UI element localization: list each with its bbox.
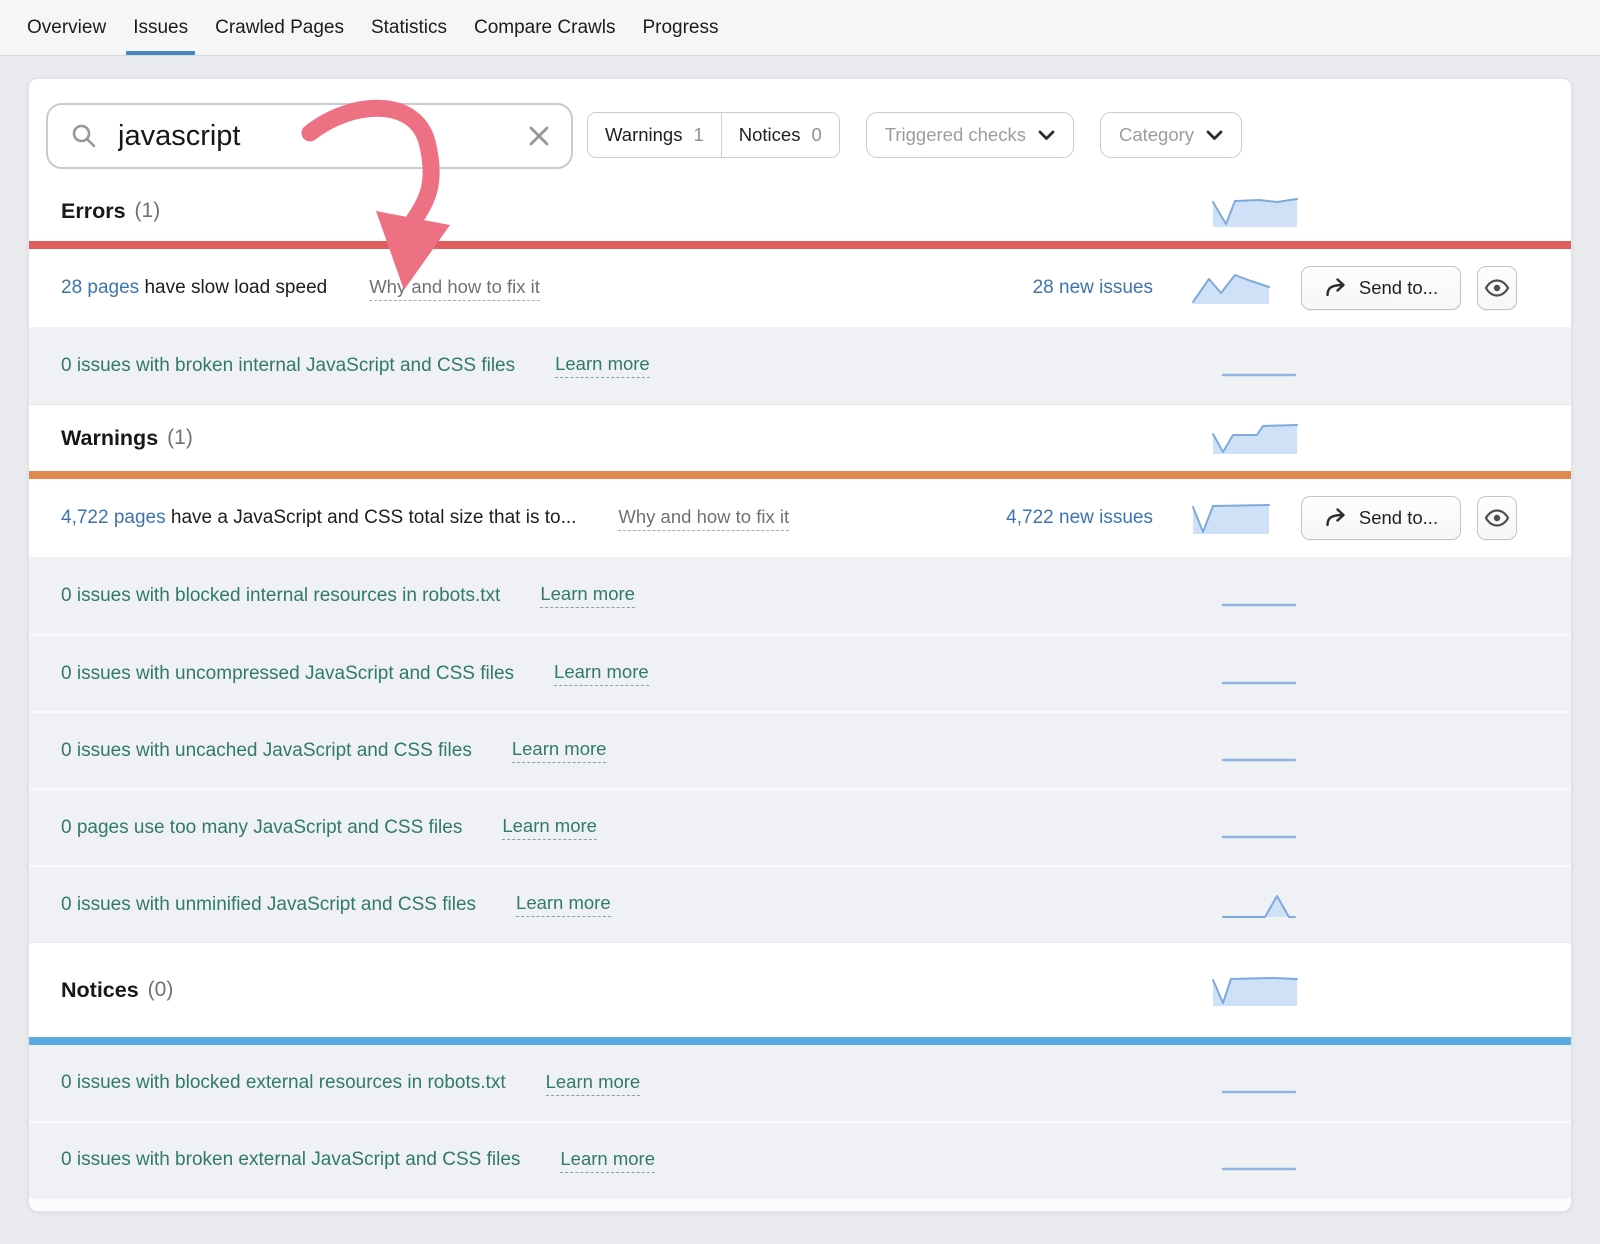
category-label: Category: [1119, 124, 1194, 146]
category-dropdown[interactable]: Category: [1100, 112, 1242, 158]
zero-issue-row-blocked-internal: 0 issues with blocked internal resources…: [29, 557, 1571, 634]
zero-issue-text: 0 issues with blocked external resources…: [61, 1072, 506, 1094]
warnings-count: (1): [167, 426, 193, 450]
forward-arrow-icon: [1324, 508, 1348, 528]
issues-panel: Warnings 1 Notices 0 Triggered checks Ca…: [28, 78, 1572, 1212]
send-to-button[interactable]: Send to...: [1301, 266, 1461, 310]
notices-severity-bar: [29, 1037, 1571, 1045]
learn-more-link[interactable]: Learn more: [560, 1148, 655, 1173]
zero-issue-row-unminified: 0 issues with unminified JavaScript and …: [29, 865, 1571, 942]
view-issue-button[interactable]: [1477, 266, 1517, 310]
issue-search-box[interactable]: [46, 103, 573, 169]
triggered-checks-dropdown[interactable]: Triggered checks: [866, 112, 1074, 158]
flat-trend-sparkline: [1219, 1144, 1299, 1176]
close-icon: [527, 124, 551, 148]
zero-issue-text: 0 issues with broken external JavaScript…: [61, 1149, 520, 1171]
flat-trend-sparkline: [1219, 812, 1299, 844]
warnings-filter-button[interactable]: Warnings 1: [588, 113, 721, 157]
learn-more-link[interactable]: Learn more: [554, 661, 649, 686]
send-to-label: Send to...: [1359, 507, 1438, 529]
audit-tab-bar: Overview Issues Crawled Pages Statistics…: [0, 0, 1600, 56]
warnings-filter-label: Warnings: [605, 124, 682, 146]
learn-more-link[interactable]: Learn more: [512, 738, 607, 763]
chevron-down-icon: [1206, 130, 1223, 141]
tab-overview[interactable]: Overview: [27, 0, 106, 55]
zero-issue-text: 0 issues with uncompressed JavaScript an…: [61, 663, 514, 685]
flat-trend-sparkline: [1219, 580, 1299, 612]
search-input[interactable]: [118, 120, 527, 153]
send-to-label: Send to...: [1359, 277, 1438, 299]
learn-more-link[interactable]: Learn more: [502, 815, 597, 840]
learn-more-link[interactable]: Learn more: [555, 353, 650, 378]
flat-trend-sparkline: [1219, 735, 1299, 767]
learn-more-link[interactable]: Learn more: [516, 892, 611, 917]
flat-trend-sparkline: [1219, 350, 1299, 382]
pages-count-link[interactable]: 28 pages: [61, 277, 139, 298]
zero-issue-row-uncompressed: 0 issues with uncompressed JavaScript an…: [29, 634, 1571, 711]
errors-count: (1): [135, 199, 161, 223]
warnings-severity-bar: [29, 471, 1571, 479]
zero-issue-row-broken-internal: 0 issues with broken internal JavaScript…: [29, 327, 1571, 404]
issue-trend-sparkline: [1191, 500, 1271, 536]
view-issue-button[interactable]: [1477, 496, 1517, 540]
flat-trend-sparkline: [1219, 1067, 1299, 1099]
zero-issue-row-too-many-files: 0 pages use too many JavaScript and CSS …: [29, 788, 1571, 865]
tab-issues[interactable]: Issues: [133, 0, 188, 55]
peak-trend-sparkline: [1219, 889, 1299, 921]
flat-trend-sparkline: [1219, 658, 1299, 690]
issue-row-js-css-total-size: 4,722 pages have a JavaScript and CSS to…: [29, 479, 1571, 557]
eye-icon: [1484, 278, 1510, 298]
notices-filter-count: 0: [811, 124, 821, 146]
search-icon: [70, 122, 98, 150]
send-to-button[interactable]: Send to...: [1301, 496, 1461, 540]
card-footer: [29, 1197, 1571, 1211]
zero-issue-text: 0 pages use too many JavaScript and CSS …: [61, 817, 462, 839]
new-issues-link[interactable]: 4,722 new issues: [1006, 507, 1153, 529]
zero-issue-text: 0 issues with broken internal JavaScript…: [61, 355, 515, 377]
notices-trend-sparkline: [1211, 974, 1299, 1006]
issue-description: have a JavaScript and CSS total size tha…: [166, 507, 577, 528]
why-and-how-to-fix-link[interactable]: Why and how to fix it: [618, 506, 789, 531]
notices-filter-label: Notices: [739, 124, 801, 146]
warnings-filter-count: 1: [693, 124, 703, 146]
zero-issue-text: 0 issues with blocked internal resources…: [61, 585, 500, 607]
pages-count-link[interactable]: 4,722 pages: [61, 507, 166, 528]
tab-progress[interactable]: Progress: [642, 0, 718, 55]
errors-section-header: Errors (1): [29, 181, 1571, 241]
severity-filter-group: Warnings 1 Notices 0: [587, 112, 840, 158]
warnings-trend-sparkline: [1211, 422, 1299, 454]
zero-issue-row-blocked-external: 0 issues with blocked external resources…: [29, 1045, 1571, 1121]
triggered-checks-label: Triggered checks: [885, 124, 1026, 146]
issue-trend-sparkline: [1191, 270, 1271, 306]
errors-severity-bar: [29, 241, 1571, 249]
issue-text: 4,722 pages have a JavaScript and CSS to…: [61, 507, 576, 529]
clear-search-button[interactable]: [527, 124, 551, 148]
zero-issue-row-broken-external: 0 issues with broken external JavaScript…: [29, 1121, 1571, 1197]
zero-issue-text: 0 issues with unminified JavaScript and …: [61, 894, 476, 916]
warnings-section-header: Warnings (1): [29, 404, 1571, 471]
errors-title: Errors: [61, 199, 126, 224]
learn-more-link[interactable]: Learn more: [546, 1071, 641, 1096]
tab-crawled-pages[interactable]: Crawled Pages: [215, 0, 344, 55]
errors-trend-sparkline: [1211, 195, 1299, 227]
learn-more-link[interactable]: Learn more: [540, 583, 635, 608]
issue-description: have slow load speed: [139, 277, 327, 298]
tab-compare-crawls[interactable]: Compare Crawls: [474, 0, 615, 55]
why-and-how-to-fix-link[interactable]: Why and how to fix it: [369, 276, 540, 301]
issue-text: 28 pages have slow load speed: [61, 277, 327, 299]
issues-toolbar: Warnings 1 Notices 0 Triggered checks Ca…: [29, 79, 1571, 181]
new-issues-link[interactable]: 28 new issues: [1033, 277, 1153, 299]
tab-statistics[interactable]: Statistics: [371, 0, 447, 55]
issue-row-slow-load-speed: 28 pages have slow load speed Why and ho…: [29, 249, 1571, 327]
zero-issue-text: 0 issues with uncached JavaScript and CS…: [61, 740, 472, 762]
eye-icon: [1484, 508, 1510, 528]
notices-filter-button[interactable]: Notices 0: [721, 113, 839, 157]
notices-title: Notices: [61, 978, 139, 1003]
notices-count: (0): [148, 978, 174, 1002]
warnings-title: Warnings: [61, 426, 158, 451]
zero-issue-row-uncached: 0 issues with uncached JavaScript and CS…: [29, 711, 1571, 788]
notices-section-header: Notices (0): [29, 942, 1571, 1037]
forward-arrow-icon: [1324, 278, 1348, 298]
chevron-down-icon: [1038, 130, 1055, 141]
